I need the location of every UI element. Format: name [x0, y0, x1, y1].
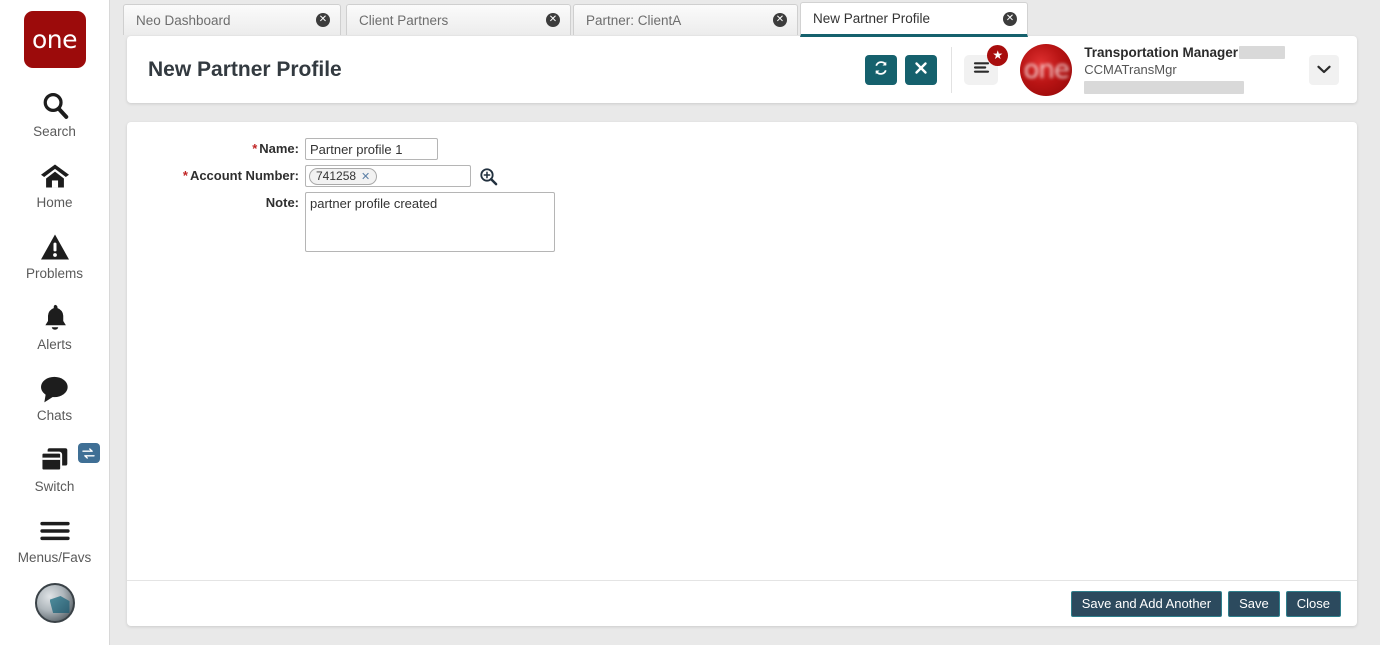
account-number-label-text: Account Number: [189, 168, 299, 183]
close-circle-icon[interactable]: ✕ [546, 13, 560, 27]
tab-label: New Partner Profile [813, 11, 931, 26]
name-label: * Name: [127, 138, 305, 160]
page-header: New Partner Profile ★ one Transportation… [127, 36, 1357, 103]
close-circle-icon[interactable]: ✕ [773, 13, 787, 27]
tab-strip: Neo Dashboard ✕ Client Partners ✕ Partne… [110, 0, 1380, 38]
redacted-name-suffix [1239, 46, 1285, 59]
name-input[interactable] [305, 138, 438, 160]
sidebar-item-alerts[interactable]: Alerts [0, 301, 110, 352]
partner-profile-form: *Name: *Account Number: 741258 ✕ [127, 122, 1357, 252]
sidebar-item-label: Chats [36, 408, 73, 423]
sidebar-item-problems[interactable]: Problems [0, 230, 110, 281]
sidebar-item-label: Home [36, 195, 73, 210]
required-marker: * [252, 141, 258, 156]
sidebar-item-label: Alerts [37, 337, 72, 352]
close-button[interactable]: Close [1285, 590, 1341, 617]
star-icon: ★ [987, 44, 1009, 66]
note-textarea[interactable] [305, 192, 555, 252]
swap-arrows-icon[interactable] [77, 443, 100, 463]
user-info: Transportation Manager CCMATransMgr [1084, 45, 1285, 94]
tab-neo-dashboard[interactable]: Neo Dashboard ✕ [123, 4, 341, 35]
sidebar-item-label: Search [33, 124, 76, 139]
avatar[interactable]: one [1020, 43, 1073, 96]
account-number-chip: 741258 ✕ [309, 167, 378, 185]
left-sidebar: one Search Home Problems Alerts Chats Sw… [0, 0, 110, 645]
required-marker: * [182, 168, 188, 183]
chat-bubble-icon [39, 372, 71, 406]
tab-new-partner-profile[interactable]: New Partner Profile ✕ [800, 2, 1028, 37]
page-title: New Partner Profile [148, 57, 342, 81]
close-x-icon [914, 61, 928, 78]
switch-windows-icon [39, 443, 71, 477]
warning-triangle-icon [40, 230, 70, 264]
redacted-org-line [1084, 81, 1245, 94]
sidebar-item-label: Problems [25, 266, 84, 281]
refresh-button[interactable] [865, 54, 898, 85]
account-number-label: * Account Number: [127, 165, 305, 187]
sidebar-item-switch[interactable]: Switch [0, 443, 110, 494]
form-panel: *Name: *Account Number: 741258 ✕ [127, 122, 1357, 626]
close-circle-icon[interactable]: ✕ [316, 13, 330, 27]
close-page-button[interactable] [905, 54, 938, 85]
tab-partner-clienta[interactable]: Partner: ClientA ✕ [573, 4, 798, 35]
hamburger-menu-icon [973, 61, 990, 79]
chip-value: 741258 [316, 169, 357, 183]
assistant-avatar-icon[interactable] [34, 583, 75, 623]
search-icon [40, 88, 70, 122]
sidebar-item-menus-favs[interactable]: Menus/Favs [0, 514, 110, 565]
name-label-text: Name: [259, 141, 299, 156]
brand-logo[interactable]: one [23, 11, 86, 68]
brand-logo-text: one [31, 25, 78, 54]
bell-icon [41, 301, 69, 335]
sidebar-item-home[interactable]: Home [0, 159, 110, 210]
note-label: Note: [265, 195, 299, 210]
user-name: Transportation Manager [1084, 45, 1238, 60]
application-window: one Search Home Problems Alerts Chats Sw… [0, 0, 1380, 645]
header-divider [951, 46, 953, 93]
home-icon [39, 159, 71, 193]
magnifier-plus-icon[interactable] [479, 165, 498, 187]
refresh-icon [873, 60, 889, 79]
save-and-add-another-button[interactable]: Save and Add Another [1070, 590, 1223, 617]
close-x-icon[interactable]: ✕ [361, 170, 370, 183]
tab-label: Neo Dashboard [136, 12, 231, 28]
form-footer: Save and Add Another Save Close [127, 580, 1357, 626]
close-circle-icon[interactable]: ✕ [1003, 11, 1017, 26]
form-row-account-number: * Account Number: 741258 ✕ [127, 165, 1357, 187]
user-menu-button[interactable] [1309, 54, 1339, 85]
account-number-input[interactable]: 741258 ✕ [305, 165, 471, 187]
sidebar-item-search[interactable]: Search [0, 88, 110, 139]
save-button[interactable]: Save [1228, 590, 1280, 617]
sidebar-item-label: Menus/Favs [17, 550, 92, 565]
user-id: CCMATransMgr [1084, 62, 1177, 77]
sidebar-item-chats[interactable]: Chats [0, 372, 110, 423]
tab-label: Partner: ClientA [586, 12, 682, 28]
avatar-logo-text: one [1023, 54, 1070, 85]
tab-client-partners[interactable]: Client Partners ✕ [346, 4, 571, 35]
sidebar-item-label: Switch [34, 479, 75, 494]
hamburger-icon [39, 514, 71, 548]
form-row-name: * Name: [127, 138, 1357, 160]
header-menu-button[interactable]: ★ [964, 44, 1009, 85]
chevron-down-icon [1317, 61, 1331, 79]
tab-label: Client Partners [359, 12, 449, 28]
form-row-note: Note: [127, 192, 1357, 252]
